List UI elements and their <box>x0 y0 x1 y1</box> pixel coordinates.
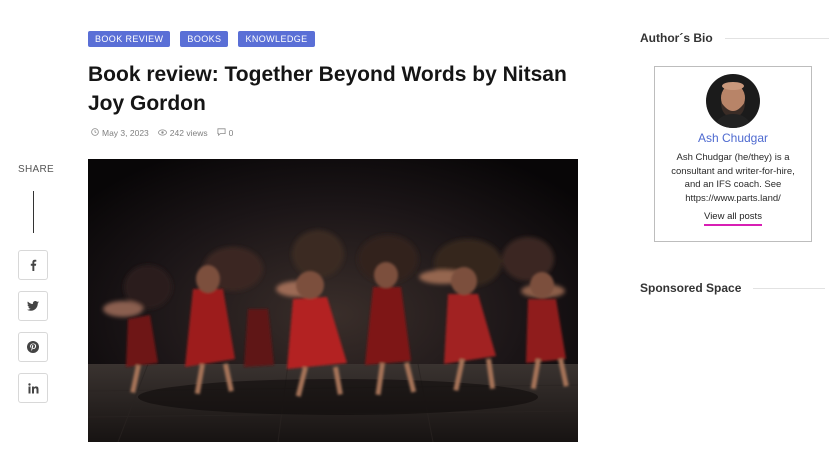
share-label: SHARE <box>18 164 54 175</box>
eye-icon <box>157 128 167 138</box>
avatar[interactable] <box>706 74 760 128</box>
author-bio-text: Ash Chudgar (he/they) is a consultant an… <box>671 152 795 204</box>
post-comments[interactable]: 0 <box>217 128 234 138</box>
share-bar: SHARE <box>18 164 54 233</box>
author-bio-heading: Author´s Bio <box>640 31 829 45</box>
pinterest-icon <box>27 341 39 353</box>
post-views-text: 242 views <box>169 128 208 138</box>
twitter-icon <box>27 301 39 311</box>
share-pinterest-button[interactable] <box>18 332 48 362</box>
tag-book-review[interactable]: BOOK REVIEW <box>88 31 171 47</box>
post-meta: May 3, 2023 242 views 0 <box>91 128 233 138</box>
author-bio-card: Ash Chudgar Ash Chudgar (he/they) is a c… <box>654 66 812 242</box>
clock-icon <box>91 128 99 138</box>
heading-divider <box>724 37 829 39</box>
tag-books[interactable]: BOOKS <box>180 31 229 47</box>
share-facebook-button[interactable] <box>18 250 48 280</box>
author-name-link[interactable]: Ash Chudgar <box>655 131 811 145</box>
post-views: 242 views <box>157 128 208 138</box>
sponsored-heading-text: Sponsored Space <box>640 281 742 295</box>
author-bio-heading-text: Author´s Bio <box>640 31 713 45</box>
facebook-icon <box>28 259 38 271</box>
dancers-illustration <box>88 159 578 442</box>
tag-knowledge[interactable]: KNOWLEDGE <box>238 31 315 47</box>
post-comments-count: 0 <box>228 128 234 138</box>
post-featured-image <box>88 159 578 442</box>
share-linkedin-button[interactable] <box>18 373 48 403</box>
sponsored-heading: Sponsored Space <box>640 281 826 295</box>
linkedin-icon <box>27 382 39 394</box>
view-all-posts-link[interactable]: View all posts <box>704 211 762 226</box>
comment-icon <box>217 128 226 138</box>
post-date-text: May 3, 2023 <box>102 128 149 138</box>
heading-divider <box>753 287 826 289</box>
post-tags: BOOK REVIEW BOOKS KNOWLEDGE <box>88 31 315 47</box>
post-title: Book review: Together Beyond Words by Ni… <box>88 63 567 115</box>
share-twitter-button[interactable] <box>18 291 48 321</box>
share-divider <box>32 191 34 233</box>
post-date: May 3, 2023 <box>91 128 149 138</box>
